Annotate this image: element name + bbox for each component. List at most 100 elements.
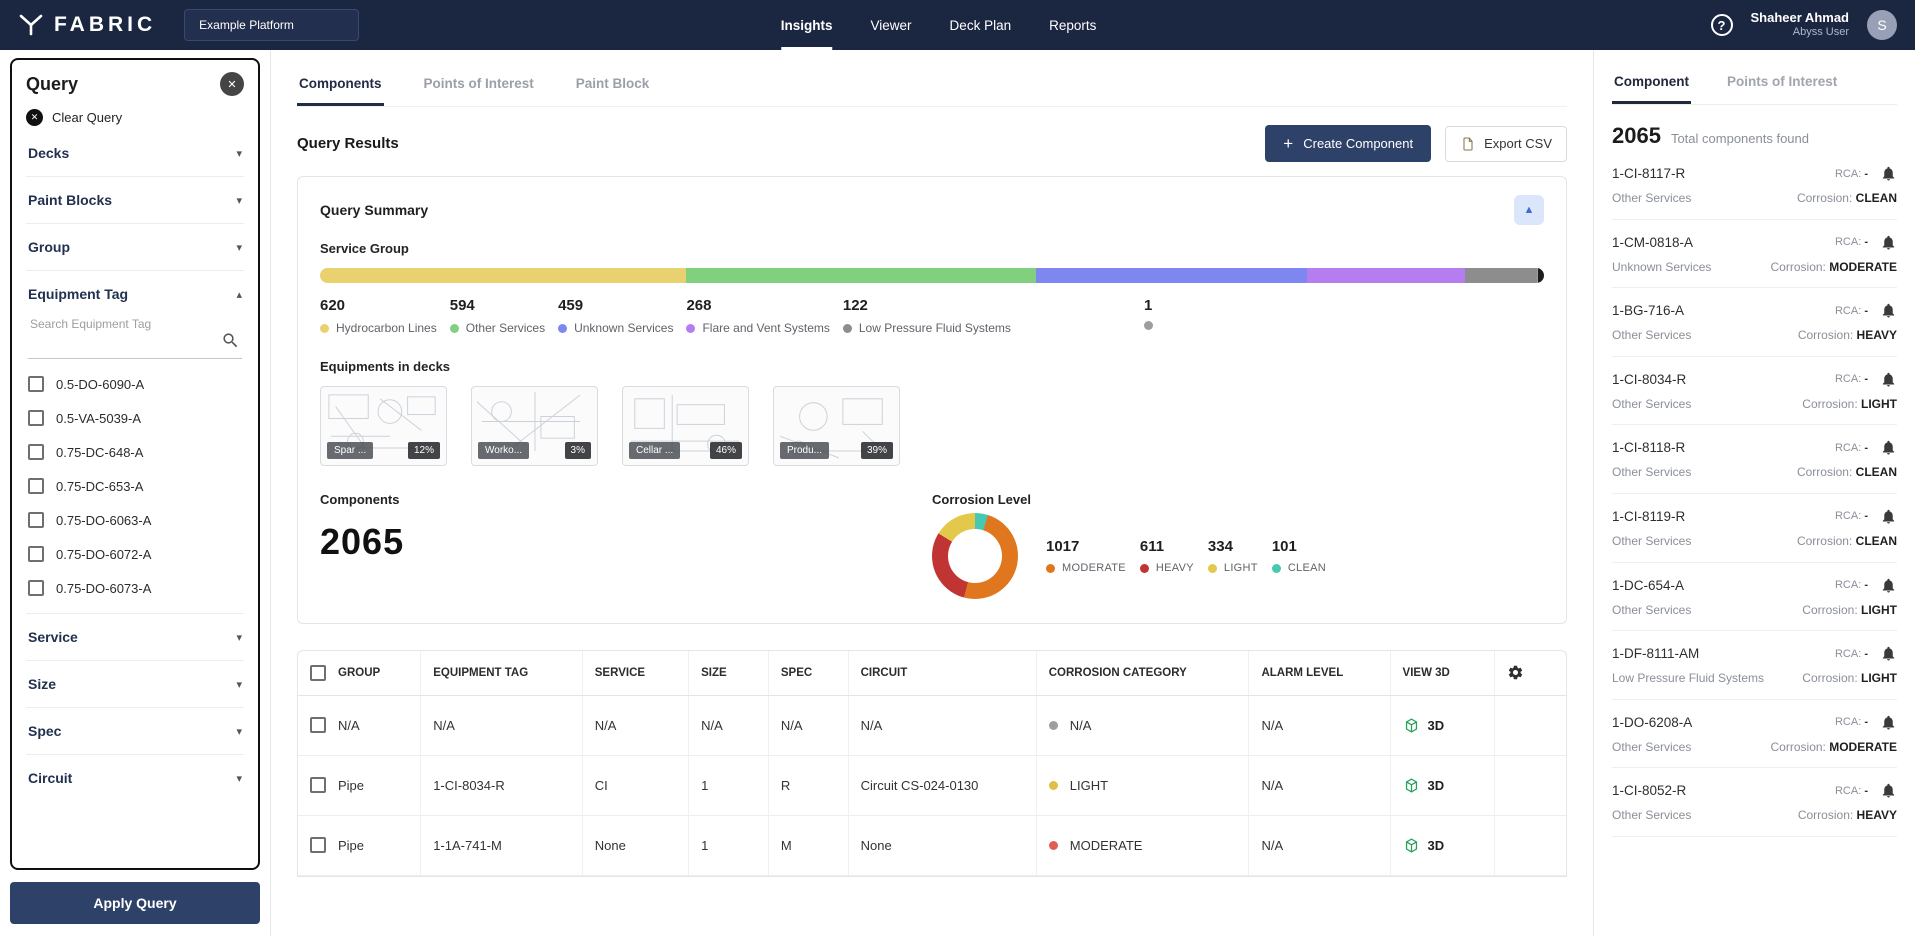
deck-thumbnail[interactable]: Produ... 39%: [773, 386, 900, 466]
component-list-item[interactable]: 1-DC-654-A RCA: - Other Services Corrosi…: [1612, 563, 1897, 632]
filter-section-service-toggle[interactable]: Service ▾: [26, 614, 244, 660]
legend-item: 459 Unknown Services: [558, 297, 673, 335]
alarm-bell-button[interactable]: [1880, 645, 1897, 662]
rca-value: RCA: -: [1835, 510, 1868, 522]
checkbox[interactable]: [28, 546, 44, 562]
close-icon[interactable]: ✕: [220, 72, 244, 96]
component-list-item[interactable]: 1-CI-8119-R RCA: - Other Services Corros…: [1612, 494, 1897, 563]
checkbox[interactable]: [28, 580, 44, 596]
filter-section-decks-toggle[interactable]: Decks ▾: [26, 130, 244, 176]
query-panel: Query ✕ ✕ Clear Query Decks ▾ Paint Bloc…: [10, 58, 260, 870]
rca-value: RCA: -: [1835, 236, 1868, 248]
nav-item-deck-plan[interactable]: Deck Plan: [950, 0, 1012, 50]
apply-query-button[interactable]: Apply Query: [10, 882, 260, 924]
total-components-label: Total components found: [1671, 131, 1809, 146]
component-list-item[interactable]: 1-CM-0818-A RCA: - Unknown Services Corr…: [1612, 220, 1897, 289]
deck-thumbnail[interactable]: Spar ... 12%: [320, 386, 447, 466]
row-checkbox[interactable]: [310, 777, 326, 793]
create-component-button[interactable]: + Create Component: [1265, 125, 1431, 162]
table-row[interactable]: Pipe 1-1A-741-M None 1 M None MODERATE N…: [298, 815, 1566, 875]
alarm-bell-button[interactable]: [1880, 165, 1897, 182]
nav-item-insights[interactable]: Insights: [781, 0, 833, 50]
checkbox[interactable]: [28, 410, 44, 426]
tab-paint-block[interactable]: Paint Block: [574, 70, 652, 106]
table-row[interactable]: Pipe 1-CI-8034-R CI 1 R Circuit CS-024-0…: [298, 755, 1566, 815]
rightbar-tab-component[interactable]: Component: [1612, 68, 1691, 104]
filter-section-equipment-tag-toggle[interactable]: Equipment Tag ▴: [26, 271, 244, 317]
table-settings-button[interactable]: [1507, 664, 1524, 681]
component-tag: 1-CI-8034-R: [1612, 372, 1835, 387]
legend-dot: [1046, 564, 1055, 573]
deck-name-chip: Produ...: [780, 442, 829, 459]
equipment-tag-option[interactable]: 0.75-DO-6073-A: [28, 571, 242, 605]
export-csv-button[interactable]: Export CSV: [1445, 126, 1567, 162]
collapse-summary-button[interactable]: ▲: [1514, 195, 1544, 225]
alarm-bell-button[interactable]: [1880, 782, 1897, 799]
equipment-tag-option[interactable]: 0.75-DO-6072-A: [28, 537, 242, 571]
select-all-checkbox[interactable]: [310, 665, 326, 681]
equipment-tag-option[interactable]: 0.75-DC-653-A: [28, 469, 242, 503]
export-file-icon: [1460, 136, 1476, 152]
legend-dot: [686, 324, 695, 333]
filter-section-paint-blocks-toggle[interactable]: Paint Blocks ▾: [26, 177, 244, 223]
equipment-tag-option[interactable]: 0.75-DO-6063-A: [28, 503, 242, 537]
filter-section-circuit-toggle[interactable]: Circuit ▾: [26, 755, 244, 801]
component-service: Other Services: [1612, 397, 1802, 413]
alarm-bell-button[interactable]: [1880, 234, 1897, 251]
col-header-service: SERVICE: [582, 651, 688, 695]
component-list-item[interactable]: 1-DO-6208-A RCA: - Other Services Corros…: [1612, 700, 1897, 769]
equipment-tag-option[interactable]: 0.5-VA-5039-A: [28, 401, 242, 435]
checkbox[interactable]: [28, 512, 44, 528]
filter-section-size-toggle[interactable]: Size ▾: [26, 661, 244, 707]
view-3d-button[interactable]: 3D: [1403, 777, 1445, 794]
legend-item: 1: [1144, 297, 1160, 335]
rightbar-tab-points-of-interest[interactable]: Points of Interest: [1725, 68, 1839, 104]
plus-icon: +: [1283, 135, 1293, 152]
filter-section-spec-toggle[interactable]: Spec ▾: [26, 708, 244, 754]
nav-item-reports[interactable]: Reports: [1049, 0, 1096, 50]
deck-thumbnail[interactable]: Cellar ... 46%: [622, 386, 749, 466]
alarm-bell-button[interactable]: [1880, 508, 1897, 525]
alarm-bell-button[interactable]: [1880, 371, 1897, 388]
alarm-bell-button[interactable]: [1880, 439, 1897, 456]
row-checkbox[interactable]: [310, 717, 326, 733]
checkbox[interactable]: [28, 376, 44, 392]
checkbox[interactable]: [28, 444, 44, 460]
equipment-tag-option[interactable]: 0.5-DO-6090-A: [28, 367, 242, 401]
deck-thumbnail[interactable]: Worko... 3%: [471, 386, 598, 466]
platform-selector[interactable]: Example Platform: [184, 9, 359, 41]
alarm-bell-button[interactable]: [1880, 577, 1897, 594]
legend-dot: [320, 324, 329, 333]
legend-item: 122 Low Pressure Fluid Systems: [843, 297, 1011, 335]
nav-item-viewer[interactable]: Viewer: [871, 0, 912, 50]
alarm-bell-button[interactable]: [1880, 302, 1897, 319]
legend-dot: [843, 324, 852, 333]
row-checkbox[interactable]: [310, 837, 326, 853]
legend-item: 1017 MODERATE: [1046, 538, 1126, 574]
component-corrosion: Corrosion: CLEAN: [1797, 465, 1897, 479]
search-input[interactable]: [30, 317, 221, 331]
clear-query-button[interactable]: ✕ Clear Query: [26, 109, 244, 126]
main-tabs: Components Points of Interest Paint Bloc…: [297, 70, 1567, 107]
help-icon[interactable]: ?: [1711, 14, 1733, 36]
avatar[interactable]: S: [1867, 10, 1897, 40]
component-list-item[interactable]: 1-CI-8117-R RCA: - Other Services Corros…: [1612, 151, 1897, 220]
component-list-item[interactable]: 1-CI-8034-R RCA: - Other Services Corros…: [1612, 357, 1897, 426]
component-list-item[interactable]: 1-CI-8052-R RCA: - Other Services Corros…: [1612, 768, 1897, 837]
component-list-item[interactable]: 1-DF-8111-AM RCA: - Low Pressure Fluid S…: [1612, 631, 1897, 700]
view-3d-button[interactable]: 3D: [1403, 837, 1445, 854]
view-3d-button[interactable]: 3D: [1403, 717, 1445, 734]
tab-components[interactable]: Components: [297, 70, 384, 106]
query-sidebar: Query ✕ ✕ Clear Query Decks ▾ Paint Bloc…: [0, 50, 271, 936]
alarm-bell-button[interactable]: [1880, 714, 1897, 731]
table-row[interactable]: N/A N/A N/A N/A N/A N/A N/A N/A 3D: [298, 695, 1566, 755]
tab-points-of-interest[interactable]: Points of Interest: [422, 70, 536, 106]
fabric-logo-icon: [18, 13, 44, 37]
component-service: Other Services: [1612, 740, 1771, 756]
component-list-item[interactable]: 1-BG-716-A RCA: - Other Services Corrosi…: [1612, 288, 1897, 357]
filter-section-group-toggle[interactable]: Group ▾: [26, 224, 244, 270]
equipment-tag-option[interactable]: 0.75-DC-648-A: [28, 435, 242, 469]
checkbox[interactable]: [28, 478, 44, 494]
component-list-item[interactable]: 1-CI-8118-R RCA: - Other Services Corros…: [1612, 425, 1897, 494]
rca-value: RCA: -: [1835, 442, 1868, 454]
